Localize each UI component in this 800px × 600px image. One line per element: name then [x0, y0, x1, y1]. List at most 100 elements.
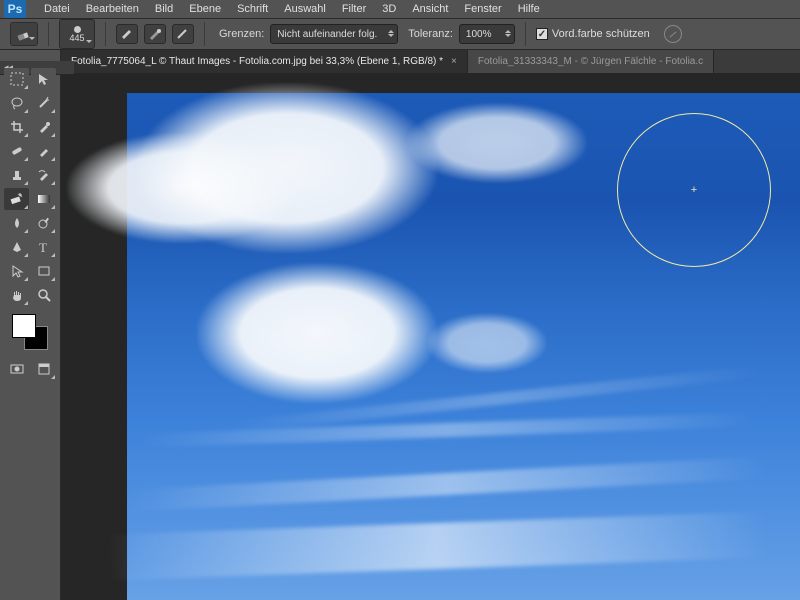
app-logo: Ps	[4, 0, 26, 18]
separator	[48, 22, 49, 46]
menu-layer[interactable]: Ebene	[181, 0, 229, 18]
tool-eraser[interactable]	[4, 188, 29, 210]
foreground-swatch[interactable]	[12, 314, 36, 338]
image-content	[106, 511, 767, 580]
pen-size-icon	[176, 28, 190, 40]
tool-type[interactable]: T	[31, 236, 56, 258]
marquee-icon	[10, 72, 24, 86]
document-tab-bar: Fotolia_7775064_L © Thaut Images - Fotol…	[61, 50, 800, 73]
rectangle-icon	[37, 264, 51, 278]
canvas[interactable]	[127, 93, 800, 600]
tool-healing[interactable]	[4, 140, 29, 162]
menu-type[interactable]: Schrift	[229, 0, 276, 18]
menu-filter[interactable]: Filter	[334, 0, 374, 18]
tool-preset-picker[interactable]	[10, 22, 38, 46]
tool-history-brush[interactable]	[31, 164, 56, 186]
stepper-icon	[388, 27, 394, 40]
brush-icon	[120, 28, 134, 40]
tolerance-label: Toleranz:	[408, 28, 453, 40]
document-tab-inactive[interactable]: Fotolia_31333343_M - © Jürgen Fälchle - …	[468, 50, 714, 73]
tool-dodge[interactable]	[31, 212, 56, 234]
hand-icon	[10, 288, 24, 302]
tool-pen[interactable]	[4, 236, 29, 258]
background-eraser-icon	[9, 192, 25, 206]
magnifier-icon	[37, 288, 51, 302]
protect-foreground-checkbox[interactable]: ✓ Vord.farbe schützen	[536, 28, 650, 40]
lasso-icon	[10, 96, 24, 110]
type-icon: T	[37, 240, 51, 254]
history-brush-icon	[37, 168, 51, 182]
separator	[105, 22, 106, 46]
tool-magic-wand[interactable]	[31, 92, 56, 114]
stepper-icon	[505, 27, 511, 40]
tool-move[interactable]	[31, 68, 56, 90]
mask-icon	[10, 362, 24, 376]
menu-select[interactable]: Auswahl	[276, 0, 334, 18]
limits-label: Grenzen:	[219, 28, 264, 40]
tool-gradient[interactable]	[31, 188, 56, 210]
brush-size-value: 445	[69, 34, 84, 43]
separator	[525, 22, 526, 46]
tool-crop[interactable]	[4, 116, 29, 138]
brush-preview-icon	[74, 26, 81, 33]
brush-panel-toggle[interactable]	[116, 24, 138, 44]
pressure-opacity-toggle[interactable]	[144, 24, 166, 44]
wand-icon	[37, 96, 51, 110]
quick-mask-toggle[interactable]	[4, 358, 29, 380]
eraser-icon	[17, 27, 31, 41]
pressure-size-toggle[interactable]	[172, 24, 194, 44]
tool-marquee[interactable]	[4, 68, 29, 90]
menu-view[interactable]: Ansicht	[404, 0, 456, 18]
sampling-ring-icon[interactable]	[664, 25, 682, 43]
tool-lasso[interactable]	[4, 92, 29, 114]
check-icon: ✓	[536, 28, 548, 40]
tab-label: Fotolia_7775064_L © Thaut Images - Fotol…	[71, 56, 443, 67]
pen-pressure-icon	[148, 28, 162, 40]
tool-zoom[interactable]	[31, 284, 56, 306]
workspace: T Fotolia_7775064_L © Thaut Images - Fot…	[0, 50, 800, 600]
canvas-viewport[interactable]	[61, 73, 800, 600]
arrow-icon	[10, 264, 24, 278]
tool-path-select[interactable]	[4, 260, 29, 282]
stamp-icon	[10, 168, 24, 182]
tool-hand[interactable]	[4, 284, 29, 306]
separator	[204, 22, 205, 46]
limits-dropdown[interactable]: Nicht aufeinander folg.	[270, 24, 398, 44]
bandage-icon	[10, 144, 24, 158]
options-bar: 445 Grenzen: Nicht aufeinander folg. Tol…	[0, 19, 800, 50]
document-tab-active[interactable]: Fotolia_7775064_L © Thaut Images - Fotol…	[61, 50, 468, 73]
tolerance-dropdown[interactable]: 100%	[459, 24, 515, 44]
crop-icon	[10, 120, 24, 134]
tool-blur[interactable]	[4, 212, 29, 234]
tolerance-value: 100%	[466, 29, 492, 40]
close-icon[interactable]: ×	[451, 56, 457, 67]
image-content	[197, 263, 437, 403]
brush-cursor	[617, 113, 771, 267]
tool-clone-stamp[interactable]	[4, 164, 29, 186]
menu-window[interactable]: Fenster	[456, 0, 509, 18]
menu-file[interactable]: Datei	[36, 0, 78, 18]
menu-edit[interactable]: Bearbeiten	[78, 0, 147, 18]
menu-help[interactable]: Hilfe	[510, 0, 548, 18]
screen-mode-toggle[interactable]	[31, 358, 56, 380]
menu-3d[interactable]: 3D	[374, 0, 404, 18]
dodge-icon	[37, 216, 51, 230]
eyedropper-icon	[37, 120, 51, 134]
tool-brush[interactable]	[31, 140, 56, 162]
menu-image[interactable]: Bild	[147, 0, 181, 18]
tool-eyedropper[interactable]	[31, 116, 56, 138]
screen-icon	[37, 362, 51, 376]
gradient-icon	[37, 192, 51, 206]
protect-foreground-label: Vord.farbe schützen	[552, 28, 650, 40]
color-swatches[interactable]	[12, 314, 48, 350]
tool-shape[interactable]	[31, 260, 56, 282]
tab-label: Fotolia_31333343_M - © Jürgen Fälchle - …	[478, 56, 703, 67]
move-icon	[37, 72, 51, 86]
svg-text:T: T	[39, 240, 47, 254]
document-area: Fotolia_7775064_L © Thaut Images - Fotol…	[61, 50, 800, 600]
image-content	[67, 133, 297, 243]
toolbox: T	[0, 50, 61, 600]
brush-preset-picker[interactable]: 445	[59, 19, 95, 49]
image-content	[407, 103, 587, 183]
drop-icon	[10, 216, 24, 230]
